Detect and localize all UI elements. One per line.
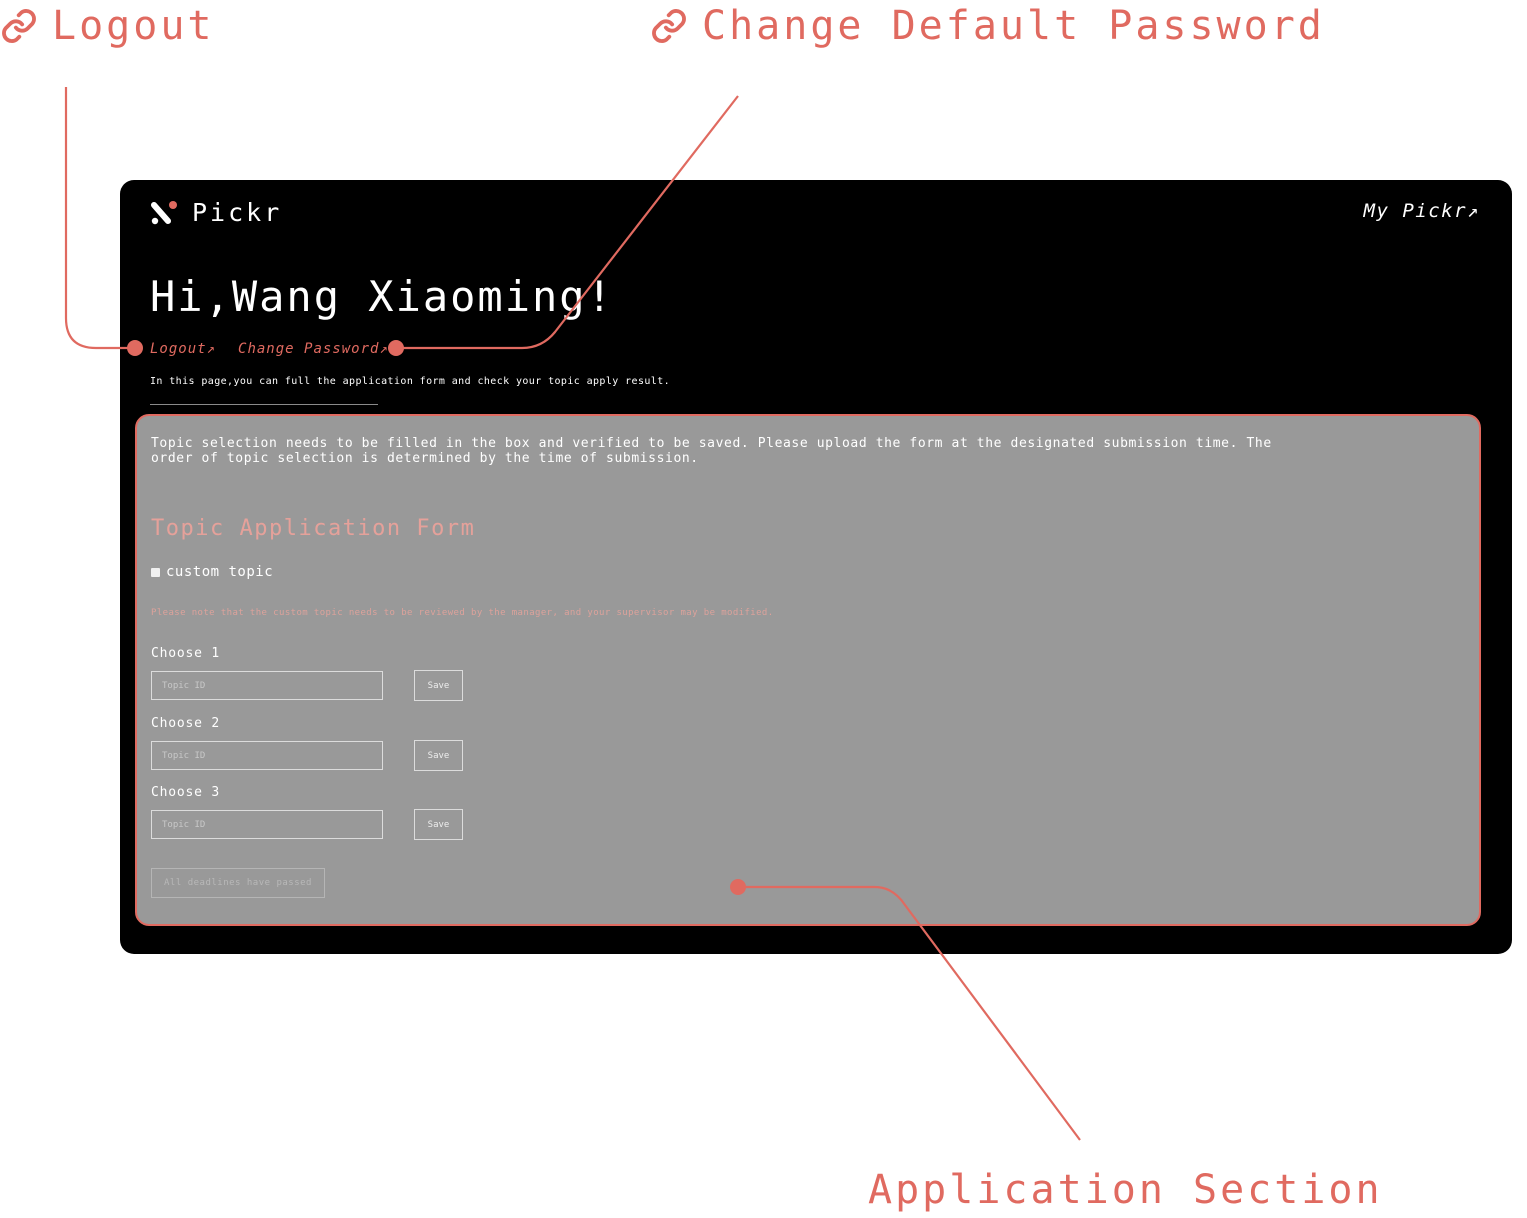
choice-2-topic-input[interactable] bbox=[151, 741, 383, 770]
notice-text: Topic selection needs to be filled in th… bbox=[151, 436, 1272, 466]
custom-topic-checkbox[interactable] bbox=[151, 567, 160, 577]
my-pickr-link[interactable]: My Pickr↗ bbox=[1364, 200, 1480, 222]
choice-3-label: Choose 3 bbox=[151, 785, 221, 800]
callout-change-password-label: Change Default Password bbox=[702, 3, 1325, 49]
page-title: Hi,Wang Xiaoming! bbox=[150, 272, 614, 321]
choice-1-label: Choose 1 bbox=[151, 646, 221, 661]
submit-deadline-button[interactable]: All deadlines have passed bbox=[151, 868, 325, 898]
callout-logout-label: Logout bbox=[52, 3, 215, 49]
link-icon bbox=[652, 9, 686, 43]
divider bbox=[150, 404, 378, 405]
application-section: Topic selection needs to be filled in th… bbox=[135, 414, 1481, 926]
choice-3-save-button[interactable]: Save bbox=[414, 809, 463, 840]
callout-application-section: Application Section bbox=[868, 1170, 1383, 1210]
choice-3-topic-input[interactable] bbox=[151, 810, 383, 839]
custom-topic-checkbox-row[interactable]: custom topic bbox=[151, 564, 273, 580]
intro-text: In this page,you can full the applicatio… bbox=[150, 376, 671, 387]
form-title: Topic Application Form bbox=[151, 516, 476, 541]
choice-1-topic-input[interactable] bbox=[151, 671, 383, 700]
change-password-link[interactable]: Change Password↗ bbox=[238, 341, 389, 357]
app-window: Pickr My Pickr↗ Hi,Wang Xiaoming! Logout… bbox=[120, 180, 1512, 954]
logout-link[interactable]: Logout↗ bbox=[150, 341, 216, 357]
brand-name: Pickr bbox=[192, 198, 283, 227]
user-links: Logout↗ Change Password↗ bbox=[150, 341, 389, 357]
custom-topic-label: custom topic bbox=[166, 564, 274, 580]
choice-2-save-button[interactable]: Save bbox=[414, 740, 463, 771]
brand[interactable]: Pickr bbox=[150, 198, 282, 227]
pickr-logo-icon bbox=[151, 200, 177, 224]
link-icon bbox=[2, 9, 36, 43]
custom-topic-note: Please note that the custom topic needs … bbox=[151, 608, 774, 618]
callout-change-password: Change Default Password bbox=[650, 6, 1325, 46]
callout-logout: Logout bbox=[0, 6, 215, 46]
choice-1-save-button[interactable]: Save bbox=[414, 670, 463, 701]
callout-application-label: Application Section bbox=[868, 1167, 1383, 1213]
choice-2-label: Choose 2 bbox=[151, 716, 221, 731]
